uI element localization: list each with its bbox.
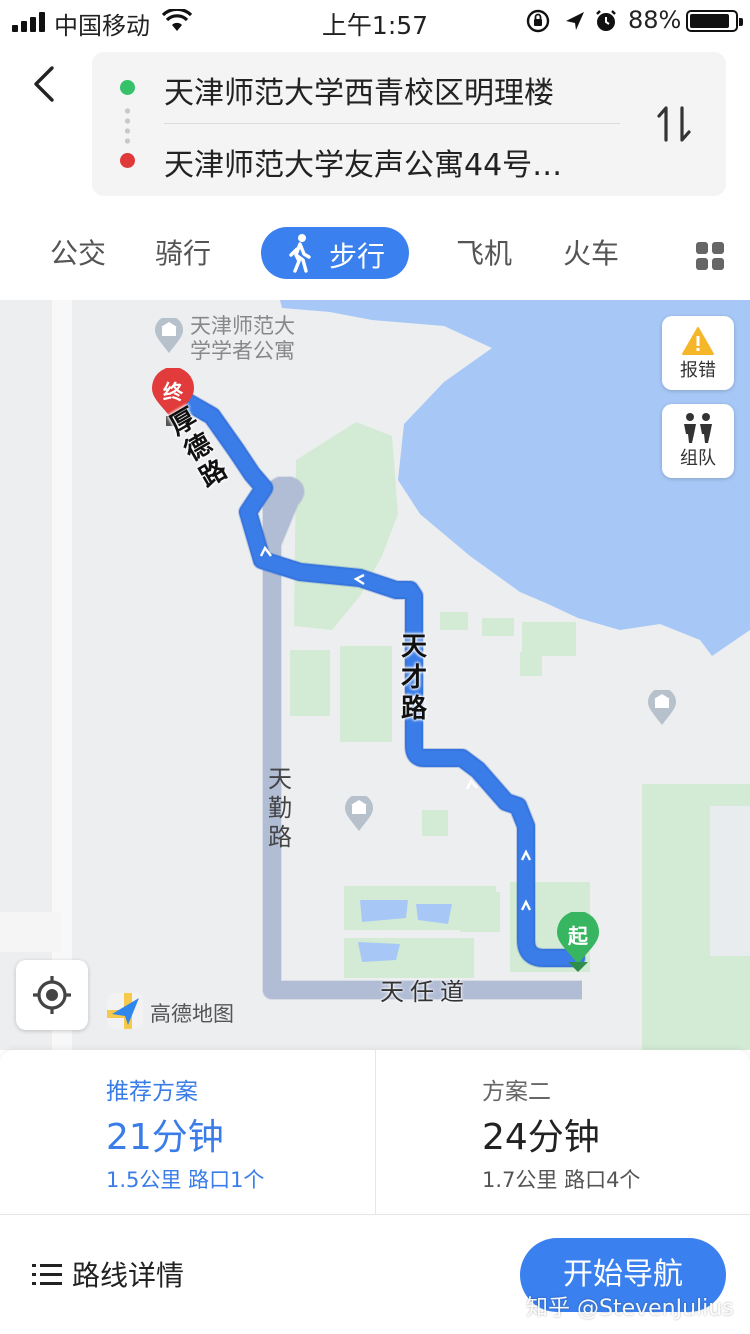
- orientation-lock-icon: [526, 9, 550, 33]
- swap-route-icon[interactable]: [656, 104, 692, 144]
- poi-label: 天津师范大学学者公寓: [190, 314, 295, 364]
- poi-building-icon: [345, 796, 373, 831]
- battery-icon: [686, 10, 743, 32]
- map-view[interactable]: 天津师范大学学者公寓 终 起 厚德路 天才路 天勤路 天任道 报错 组队 高德地…: [0, 300, 750, 1050]
- tab-walk-label: 步行: [329, 240, 386, 273]
- plan-card-alternative[interactable]: 方案二 24分钟 1.7公里 路口4个: [375, 1050, 750, 1214]
- route-divider: [164, 123, 620, 124]
- road-label-tiancai: 天才路: [400, 632, 427, 725]
- more-modes-grid-icon[interactable]: [696, 242, 724, 270]
- poi-building-icon: [155, 318, 183, 353]
- tab-bus[interactable]: 公交: [50, 232, 106, 272]
- list-icon: [32, 1264, 62, 1285]
- end-pin-label: 终: [163, 380, 183, 404]
- amap-logo-text: 高德地图: [150, 1002, 234, 1026]
- map-canvas: [0, 300, 750, 1050]
- transport-tabs: 公交 骑行 步行 飞机 火车: [0, 220, 750, 290]
- report-error-label: 报错: [680, 360, 716, 381]
- start-pin[interactable]: 起: [555, 911, 601, 974]
- tab-walk[interactable]: 步行: [261, 227, 409, 279]
- road-label-tianqin: 天勤路: [268, 765, 292, 851]
- amap-logo-icon: [107, 993, 143, 1029]
- tab-bike[interactable]: 骑行: [155, 232, 211, 272]
- battery-percent: 88%: [628, 6, 682, 34]
- app-root: 中国移动 上午1:57 88% 天津师范大学西青校区明理楼 天津师范大学友声公寓…: [0, 0, 750, 1334]
- team-button[interactable]: 组队: [662, 404, 734, 478]
- plan-card-recommended[interactable]: 推荐方案 21分钟 1.5公里 路口1个: [0, 1050, 375, 1214]
- back-button[interactable]: [26, 62, 66, 106]
- warning-icon: [682, 327, 714, 355]
- poi-building-icon: [648, 690, 676, 725]
- end-dot-icon: [120, 153, 135, 168]
- crosshair-icon: [33, 976, 71, 1014]
- plan-title: 推荐方案: [106, 1079, 198, 1105]
- route-details-label: 路线详情: [72, 1259, 185, 1292]
- plan-title: 方案二: [482, 1079, 551, 1105]
- route-dots: [125, 106, 130, 146]
- route-plans: 推荐方案 21分钟 1.5公里 路口1个 方案二 24分钟 1.7公里 路口4个: [0, 1050, 750, 1214]
- plan-distance: 1.7公里 路口4个: [482, 1168, 641, 1192]
- location-arrow-icon: [566, 12, 584, 30]
- plan-duration: 24分钟: [482, 1117, 600, 1158]
- locate-me-button[interactable]: [16, 960, 88, 1030]
- sheet-divider: [0, 1214, 750, 1215]
- destination-field[interactable]: 天津师范大学友声公寓44号…: [164, 140, 562, 184]
- walking-person-icon: [289, 234, 311, 273]
- status-bar: 中国移动 上午1:57 88%: [0, 0, 750, 40]
- tab-train[interactable]: 火车: [563, 232, 619, 272]
- plan-duration: 21分钟: [106, 1117, 224, 1158]
- tab-plane[interactable]: 飞机: [456, 232, 512, 272]
- team-label: 组队: [680, 448, 716, 469]
- start-dot-icon: [120, 80, 135, 95]
- alarm-icon: [596, 10, 616, 31]
- watermark: 知乎 @StevenJulius: [526, 1296, 734, 1321]
- plan-distance: 1.5公里 路口1个: [106, 1168, 265, 1192]
- road-label-tianren: 天任道: [380, 978, 470, 1006]
- route-input-box: 天津师范大学西青校区明理楼 天津师范大学友声公寓44号…: [92, 52, 726, 196]
- start-pin-label: 起: [568, 924, 588, 948]
- report-error-button[interactable]: 报错: [662, 316, 734, 390]
- team-people-icon: [684, 413, 712, 443]
- origin-field[interactable]: 天津师范大学西青校区明理楼: [164, 68, 554, 112]
- amap-logo: 高德地图: [106, 992, 234, 1032]
- status-icons: [526, 9, 616, 33]
